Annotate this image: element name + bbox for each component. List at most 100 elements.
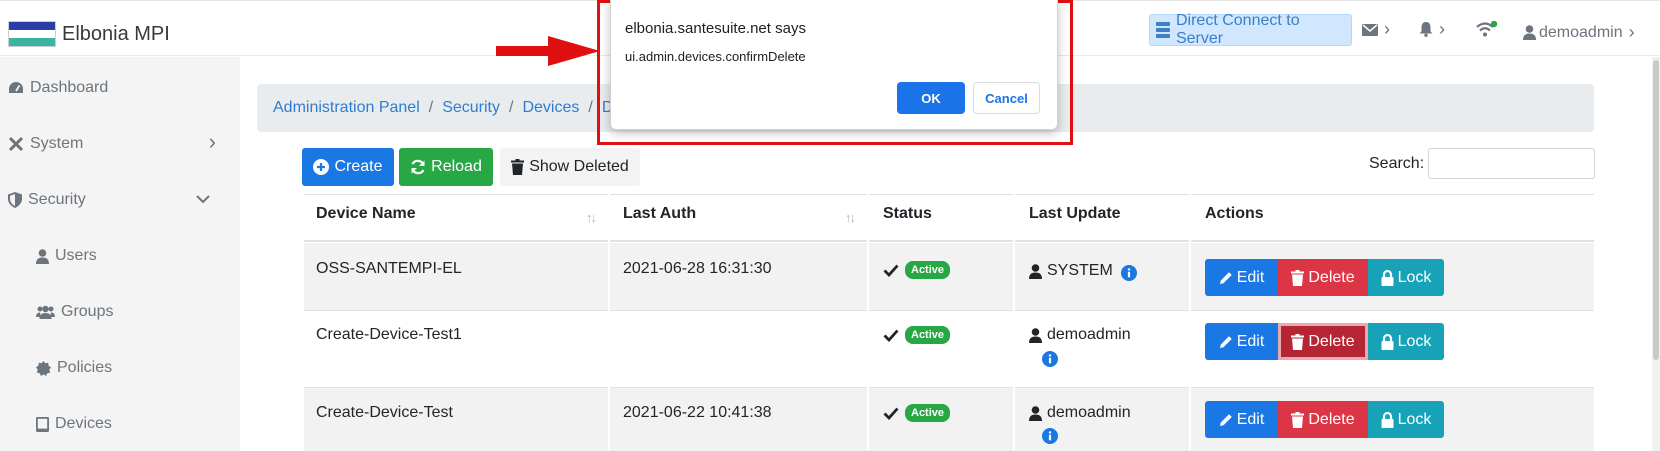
sidebar-item-system[interactable]: System › (8, 129, 230, 154)
edit-label: Edit (1236, 268, 1265, 286)
info-icon[interactable] (1121, 265, 1137, 281)
connection-status[interactable] (1476, 21, 1498, 39)
device-name-cell: Create-Device-Test (316, 404, 453, 421)
reload-button[interactable]: Reload (399, 148, 493, 186)
tools-icon (8, 136, 24, 152)
sidebar-item-label: Policies (57, 359, 113, 376)
sidebar-item-label: System (30, 135, 84, 152)
ok-button[interactable]: OK (897, 82, 965, 114)
create-button[interactable]: Create (302, 148, 394, 186)
search-input[interactable] (1428, 148, 1595, 179)
pencil-icon (1219, 413, 1232, 426)
sidebar-item-groups[interactable]: Groups (36, 303, 113, 321)
info-icon[interactable] (1042, 351, 1058, 367)
show-deleted-button[interactable]: Show Deleted (500, 148, 640, 186)
cancel-button[interactable]: Cancel (973, 82, 1040, 114)
sidebar-item-label: Security (28, 191, 86, 208)
table-header-border (304, 240, 1594, 242)
user-icon (1029, 405, 1042, 421)
sync-icon (411, 159, 425, 175)
lock-button[interactable]: Lock (1368, 323, 1444, 360)
status-badge: Active (905, 326, 951, 344)
lock-button[interactable]: Lock (1368, 259, 1444, 296)
direct-connect-label: Direct Connect to Server (1175, 12, 1300, 47)
breadcrumb-separator: / (428, 99, 434, 116)
chevron-right-icon: › (1439, 19, 1445, 39)
notifications-menu[interactable]: › (1419, 19, 1445, 40)
sidebar-item-users[interactable]: Users (36, 247, 97, 265)
users-icon (36, 305, 55, 319)
sort-icon[interactable]: ↑↓ (845, 210, 856, 225)
column-header-status: Status (883, 205, 932, 222)
delete-button[interactable]: Delete (1278, 259, 1368, 296)
sidebar-item-devices[interactable]: Devices (36, 415, 112, 433)
column-header-last-update: Last Update (1029, 205, 1121, 222)
plus-circle-icon (313, 159, 330, 175)
lock-label: Lock (1397, 268, 1432, 286)
column-header-device-name[interactable]: Device Name (316, 205, 416, 223)
wifi-icon (1476, 21, 1498, 37)
lock-label: Lock (1397, 332, 1432, 350)
delete-label: Delete (1308, 268, 1355, 286)
messages-menu[interactable]: › (1362, 19, 1390, 40)
updated-by: demoadmin (1047, 326, 1131, 343)
breadcrumb-administration-panel[interactable]: Administration Panel (273, 99, 420, 117)
pencil-icon (1219, 335, 1232, 348)
sidebar-item-label: Groups (61, 303, 114, 320)
sidebar-item-dashboard[interactable]: Dashboard (8, 79, 108, 97)
trash-icon (1291, 411, 1305, 428)
column-divider (1013, 194, 1015, 451)
app-title: Elbonia MPI (62, 22, 170, 45)
shield-icon (8, 192, 22, 208)
tachometer-icon (9, 82, 23, 93)
check-icon (883, 329, 899, 342)
sidebar-item-security[interactable]: Security (8, 191, 230, 209)
last-update-user: SYSTEM (1029, 262, 1113, 280)
brand[interactable]: Elbonia MPI (8, 21, 170, 47)
pencil-icon (1219, 271, 1232, 284)
dialog-message: ui.admin.devices.confirmDelete (625, 49, 806, 64)
device-name-cell: Create-Device-Test1 (316, 326, 462, 343)
breadcrumb-separator: / (509, 99, 514, 116)
tablet-icon (36, 416, 49, 432)
edit-button[interactable]: Edit (1205, 259, 1278, 296)
reload-label: Reload (431, 158, 482, 175)
check-icon (883, 407, 899, 420)
info-icon[interactable] (1042, 428, 1058, 444)
column-divider (608, 194, 610, 451)
delete-button[interactable]: Delete (1278, 401, 1368, 438)
sidebar-item-policies[interactable]: Policies (36, 359, 112, 377)
sidebar: Dashboard System › Security Users Groups… (0, 57, 240, 451)
column-divider (1189, 194, 1191, 451)
direct-connect-button[interactable]: Direct Connect to Server (1149, 12, 1352, 47)
confirm-dialog: elbonia.santesuite.net says ui.admin.dev… (610, 0, 1058, 130)
edit-button[interactable]: Edit (1205, 323, 1278, 360)
trash-icon (1291, 333, 1305, 350)
lock-icon (1381, 269, 1394, 286)
user-menu[interactable]: demoadmin › (1523, 22, 1635, 43)
delete-button[interactable]: Delete (1278, 323, 1368, 360)
sidebar-item-label: Dashboard (30, 79, 109, 96)
scrollbar-thumb[interactable] (1653, 60, 1659, 360)
trash-icon (511, 159, 525, 175)
dialog-title: elbonia.santesuite.net says (625, 20, 806, 37)
column-header-last-auth[interactable]: Last Auth (623, 205, 696, 223)
username: demoadmin (1539, 23, 1623, 41)
last-update-user: demoadmin (1029, 326, 1131, 344)
lock-button[interactable]: Lock (1368, 401, 1444, 438)
edit-button[interactable]: Edit (1205, 401, 1278, 438)
status-cell: Active (883, 326, 951, 344)
delete-label: Delete (1308, 410, 1355, 428)
lock-icon (1381, 411, 1394, 428)
breadcrumb-security[interactable]: Security (442, 99, 500, 117)
sort-icon[interactable]: ↑↓ (586, 210, 597, 225)
edit-label: Edit (1236, 332, 1265, 350)
breadcrumb-devices[interactable]: Devices (522, 99, 579, 117)
delete-label: Delete (1308, 332, 1355, 350)
edit-label: Edit (1236, 410, 1265, 428)
column-header-actions: Actions (1205, 205, 1264, 222)
lock-icon (1381, 333, 1394, 350)
status-badge: Active (905, 261, 951, 279)
lock-label: Lock (1397, 410, 1432, 428)
flag-logo (8, 21, 56, 47)
